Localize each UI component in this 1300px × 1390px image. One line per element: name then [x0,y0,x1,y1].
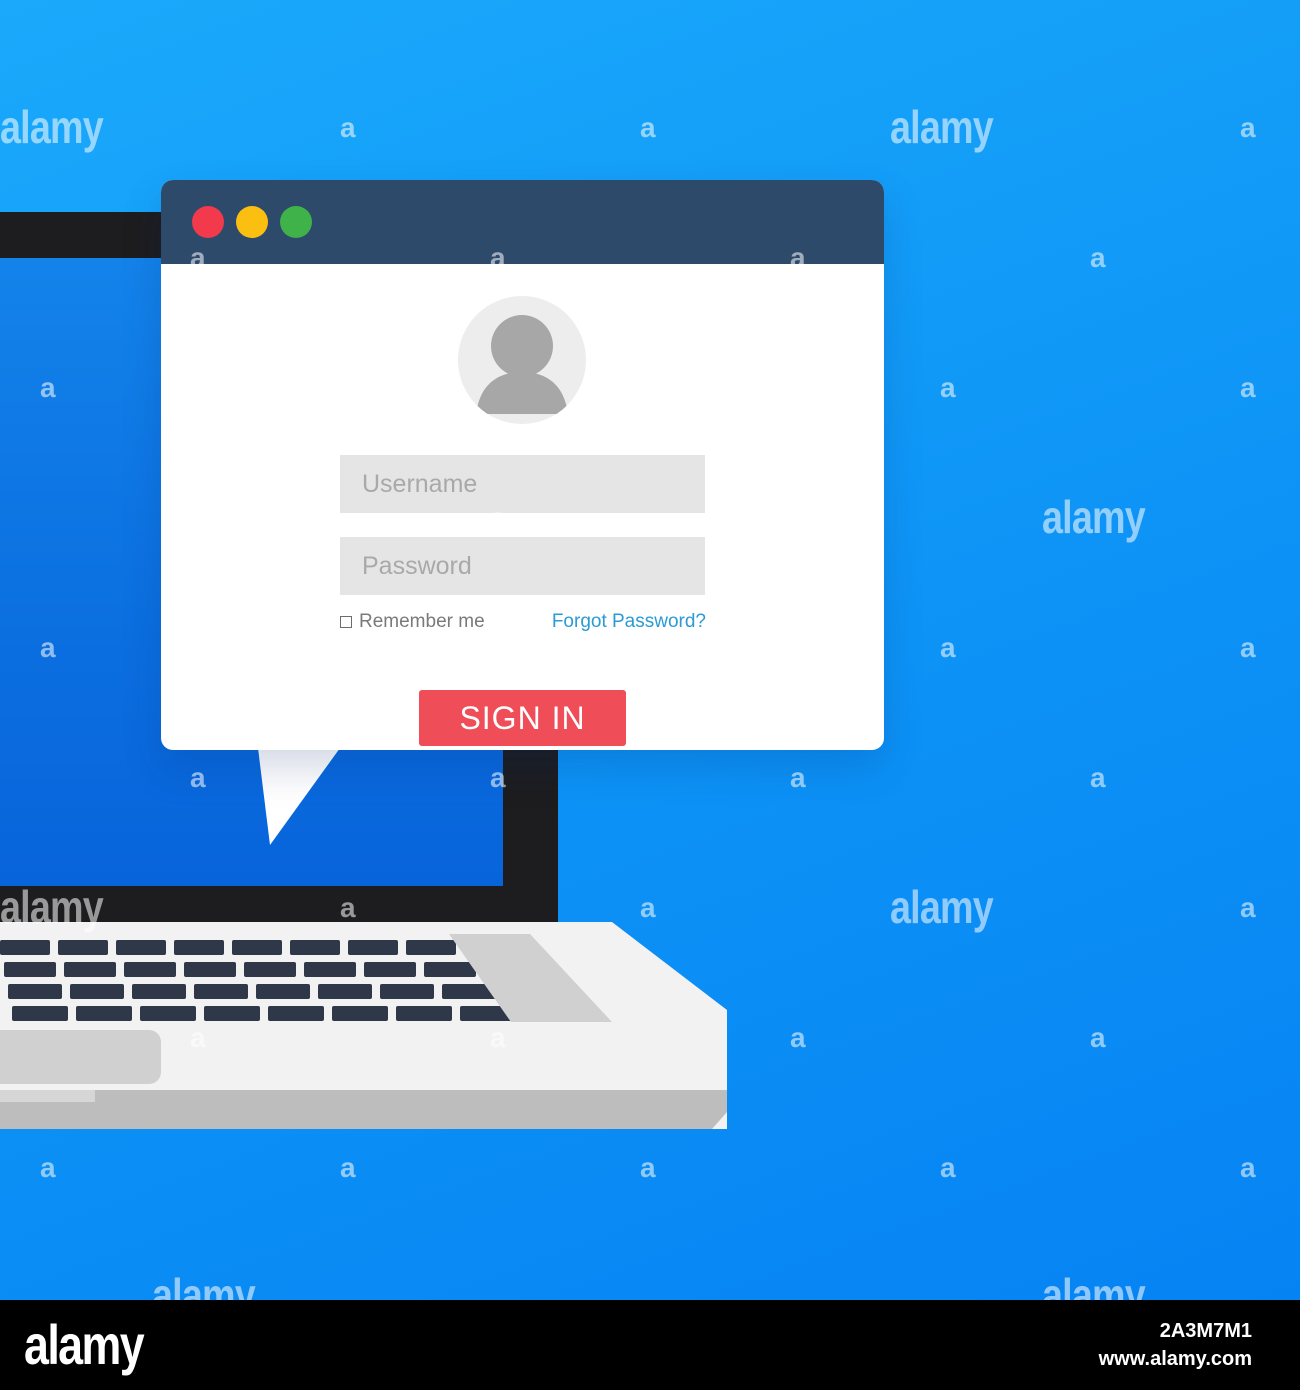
keyboard-key [256,984,310,999]
watermark-letter: a [790,762,806,793]
keyboard-key [58,940,108,955]
watermark-text: alamy [1042,1269,1146,1300]
keyboard-key [232,940,282,955]
keyboard-key [318,984,372,999]
remember-me-checkbox[interactable]: Remember me [340,610,485,634]
keyboard-key [124,962,176,977]
watermark-letter: a [1090,242,1106,273]
keyboard-key [194,984,248,999]
watermark-letter: a [40,1152,56,1183]
keyboard-key [304,962,356,977]
keyboard-key [0,940,50,955]
minimize-window-icon[interactable] [236,206,268,238]
keyboard-key [76,1006,132,1021]
keyboard-key [70,984,124,999]
keyboard-key [174,940,224,955]
watermark-letter: a [1090,1022,1106,1053]
watermark-letter: a [1090,762,1106,793]
watermark-text: alamy [890,101,994,153]
forgot-password-link[interactable]: Forgot Password? [544,610,706,634]
keyboard-key [332,1006,388,1021]
watermark-letter: a [640,1152,656,1183]
background: Remember me Forgot Password? SIGN IN ala… [0,0,1300,1300]
keyboard-key [4,962,56,977]
sign-in-button[interactable]: SIGN IN [419,690,626,746]
keyboard-key [364,962,416,977]
keyboard-key [348,940,398,955]
keyboard-key [424,962,476,977]
watermark-text: alamy [152,1269,256,1300]
maximize-window-icon[interactable] [280,206,312,238]
keyboard-key [268,1006,324,1021]
watermark-letter: a [1240,892,1256,923]
username-input[interactable] [340,455,705,513]
checkbox-icon[interactable] [340,616,352,628]
laptop-keyboard-base [0,922,727,1130]
keyboard-key [380,984,434,999]
keyboard-key [244,962,296,977]
window-titlebar [161,180,884,264]
keyboard-key [184,962,236,977]
footer-logo: alamy [24,1313,145,1376]
watermark-letter: a [340,1152,356,1183]
user-silhouette-icon [458,296,586,424]
watermark-letter: a [790,1022,806,1053]
watermark-letter: a [1240,372,1256,403]
keyboard-key [396,1006,452,1021]
watermark-letter: a [340,112,356,143]
watermark-letter: a [940,1152,956,1183]
keyboard-key [116,940,166,955]
keyboard-key [8,984,62,999]
keyboard-key [12,1006,68,1021]
login-window: Remember me Forgot Password? SIGN IN [161,180,884,750]
watermark-letter: a [640,892,656,923]
watermark-text: alamy [1042,491,1146,543]
close-window-icon[interactable] [192,206,224,238]
watermark-letter: a [1240,632,1256,663]
remember-me-label: Remember me [359,611,485,632]
keyboard-key [64,962,116,977]
watermark-text: alamy [890,881,994,933]
watermark-letter: a [1240,112,1256,143]
watermark-letter: a [940,632,956,663]
keyboard-key [140,1006,196,1021]
keyboard-key [204,1006,260,1021]
keyboard-key [132,984,186,999]
footer-url: www.alamy.com [1098,1348,1252,1370]
footer-strip: alamy 2A3M7M1 www.alamy.com [0,1300,1300,1390]
password-input[interactable] [340,537,705,595]
watermark-letter: a [940,372,956,403]
watermark-letter: a [640,112,656,143]
keyboard-key [290,940,340,955]
watermark-text: alamy [0,101,104,153]
watermark-letter: a [1240,1152,1256,1183]
keyboard-key [406,940,456,955]
footer-image-id: 2A3M7M1 [1159,1320,1252,1342]
